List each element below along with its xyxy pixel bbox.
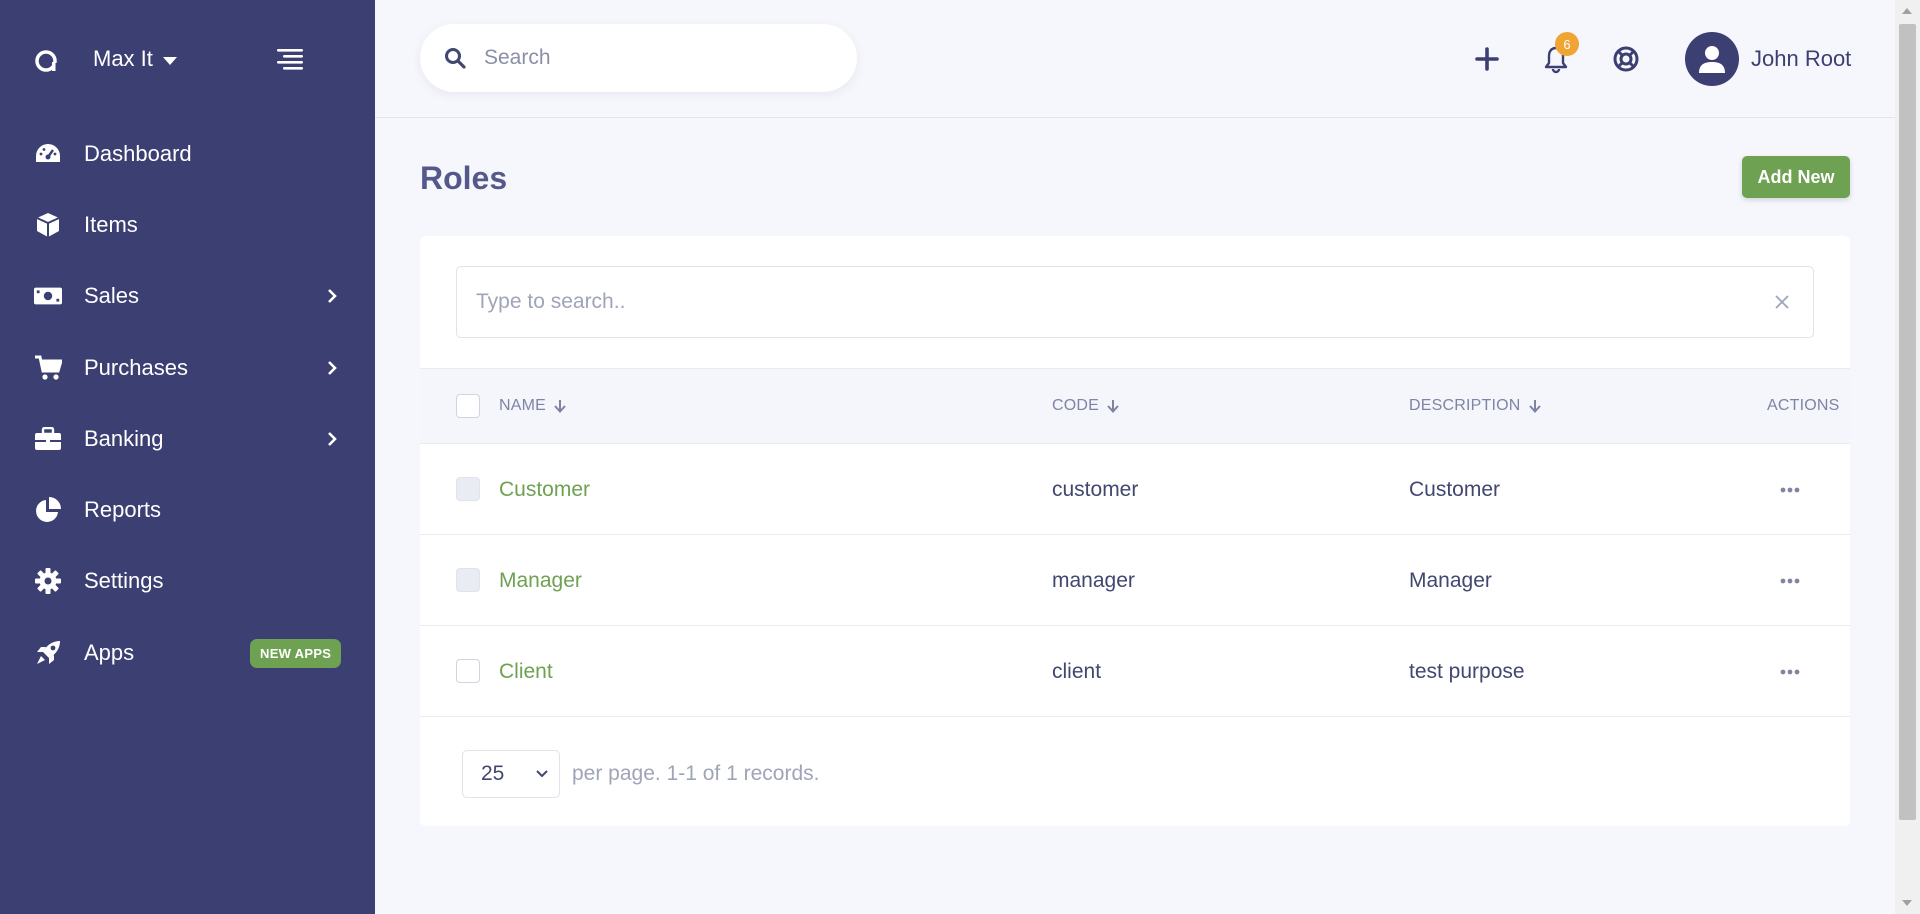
sidebar-header: Max It <box>0 0 375 118</box>
table-header: NAME CODE DESCRIPTION ACTIONS <box>420 368 1850 444</box>
rocket-icon <box>34 639 62 667</box>
search-icon <box>445 48 466 69</box>
sidebar-item-sales[interactable]: Sales <box>0 261 375 332</box>
role-name-link[interactable]: Customer <box>499 478 590 502</box>
logo-icon <box>35 50 58 72</box>
sidebar-item-label: Sales <box>84 283 140 309</box>
role-code: manager <box>1052 569 1135 592</box>
scroll-up-icon[interactable] <box>1902 8 1912 14</box>
sidebar-item-label: Settings <box>84 568 164 594</box>
more-actions-icon[interactable] <box>1778 662 1802 682</box>
pagination: 25 per page. 1-1 of 1 records. <box>462 750 819 798</box>
sidebar-item-banking[interactable]: Banking <box>0 403 375 474</box>
select-all-checkbox[interactable] <box>456 394 480 418</box>
briefcase-icon <box>34 425 62 453</box>
global-search-input[interactable] <box>484 46 824 70</box>
table-row: Manager manager Manager <box>420 535 1850 626</box>
role-name-link[interactable]: Client <box>499 660 553 684</box>
user-icon <box>1699 46 1725 73</box>
notification-count-badge: 6 <box>1555 32 1579 56</box>
more-actions-icon[interactable] <box>1778 571 1802 591</box>
sidebar-item-label: Apps <box>84 639 135 665</box>
column-header-label: DESCRIPTION <box>1409 397 1521 414</box>
help-icon[interactable] <box>1611 44 1641 74</box>
role-code: client <box>1052 660 1102 683</box>
column-header-actions: ACTIONS <box>1767 397 1840 414</box>
chevron-down-icon <box>536 770 548 778</box>
column-header-label: CODE <box>1052 397 1100 414</box>
sidebar-item-dashboard[interactable]: Dashboard <box>0 118 375 189</box>
row-checkbox <box>456 477 480 501</box>
sidebar-item-settings[interactable]: Settings <box>0 546 375 617</box>
chevron-right-icon <box>328 360 337 375</box>
table-row: Client client test purpose <box>420 626 1850 717</box>
sidebar-item-purchases[interactable]: Purchases <box>0 332 375 403</box>
chevron-right-icon <box>328 431 337 446</box>
sidebar-item-label: Purchases <box>84 354 188 380</box>
money-icon <box>34 282 62 310</box>
sidebar-item-label: Dashboard <box>84 140 192 166</box>
table-search[interactable] <box>456 266 1814 338</box>
page-title: Roles <box>420 160 508 196</box>
gear-icon <box>34 567 62 595</box>
top-header: 6 John Root <box>375 0 1895 118</box>
pagination-summary: per page. 1-1 of 1 records. <box>572 762 820 785</box>
arrow-down-icon <box>1107 400 1119 413</box>
scrollbar[interactable] <box>1895 0 1920 914</box>
per-page-select[interactable]: 25 <box>462 750 560 798</box>
cart-icon <box>34 354 62 382</box>
arrow-down-icon <box>1528 400 1541 413</box>
avatar[interactable] <box>1685 32 1739 86</box>
sidebar-nav: Dashboard Items Sales Purchases Banking … <box>0 118 375 688</box>
sidebar-item-apps[interactable]: Apps NEW APPS <box>0 617 375 688</box>
user-name[interactable]: John Root <box>1751 46 1851 72</box>
column-header-description[interactable]: DESCRIPTION <box>1409 397 1541 415</box>
caret-down-icon <box>162 57 177 65</box>
per-page-value: 25 <box>481 762 505 785</box>
column-header-code[interactable]: CODE <box>1052 397 1119 415</box>
column-header-label: NAME <box>499 397 547 414</box>
sidebar-item-label: Items <box>84 211 138 237</box>
company-name: Max It <box>93 46 153 71</box>
role-description: test purpose <box>1409 660 1525 683</box>
new-apps-badge: NEW APPS <box>250 639 342 669</box>
arrow-down-icon <box>554 400 566 413</box>
table-search-input[interactable] <box>476 290 1736 314</box>
more-actions-icon[interactable] <box>1778 480 1802 500</box>
plus-icon[interactable] <box>1472 44 1502 74</box>
role-name-link[interactable]: Manager <box>499 569 582 593</box>
sidebar: Max It Dashboard Items Sales Purchases B… <box>0 0 375 914</box>
role-description: Customer <box>1409 478 1501 501</box>
role-code: customer <box>1052 478 1139 501</box>
roles-table-card: NAME CODE DESCRIPTION ACTIONS Customer c… <box>420 236 1850 826</box>
box-icon <box>34 211 62 239</box>
global-search[interactable] <box>420 24 857 92</box>
menu-toggle-icon[interactable] <box>273 48 303 70</box>
sidebar-item-label: Banking <box>84 425 164 451</box>
sidebar-item-items[interactable]: Items <box>0 189 375 260</box>
sidebar-item-reports[interactable]: Reports <box>0 474 375 545</box>
chevron-right-icon <box>328 289 337 304</box>
add-new-button[interactable]: Add New <box>1742 156 1850 198</box>
close-icon[interactable] <box>1773 293 1791 311</box>
row-checkbox[interactable] <box>456 659 480 683</box>
role-description: Manager <box>1409 569 1492 592</box>
row-checkbox <box>456 568 480 592</box>
scroll-thumb[interactable] <box>1899 24 1916 820</box>
pie-chart-icon <box>34 496 62 524</box>
company-switcher[interactable]: Max It <box>93 46 177 72</box>
sidebar-item-label: Reports <box>84 497 162 523</box>
table-row: Customer customer Customer <box>420 444 1850 535</box>
dashboard-icon <box>34 140 62 168</box>
scroll-down-icon[interactable] <box>1902 900 1912 906</box>
column-header-name[interactable]: NAME <box>499 397 566 415</box>
